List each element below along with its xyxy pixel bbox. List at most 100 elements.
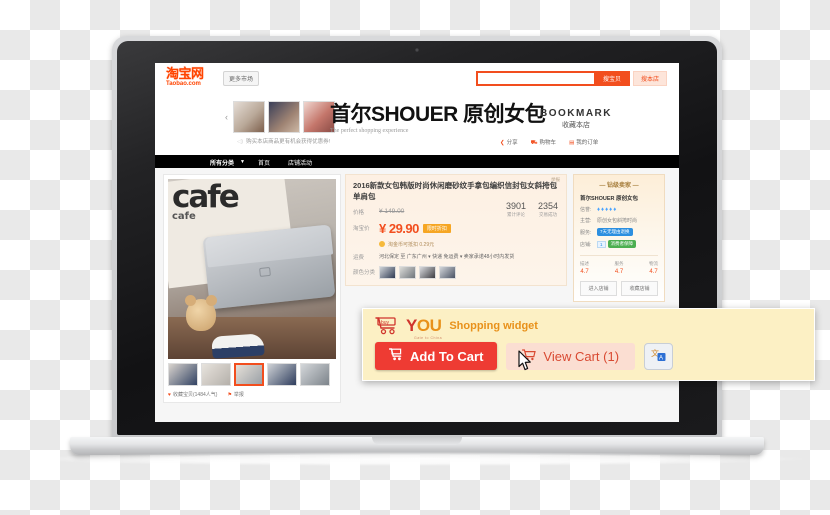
bookmark-label-en: BOOKMARK — [540, 108, 612, 119]
color-swatch-1[interactable] — [379, 265, 396, 279]
cart-link[interactable]: ⛟ 购物车 — [531, 138, 556, 147]
nav-shop-activity[interactable]: 店铺活动 — [288, 158, 312, 167]
search-item-button[interactable]: 搜宝贝 — [593, 71, 630, 86]
stat-sales-caption: 交易成功 — [538, 212, 557, 217]
shop-nav[interactable]: 所有分类 ▼ 首页 店铺活动 — [155, 155, 679, 168]
bookmark-block[interactable]: BOOKMARK 收藏本店 — [540, 108, 612, 130]
add-cart-icon — [388, 348, 403, 364]
megaphone-icon: ◁) — [237, 139, 244, 145]
seller-shop-key: 店铺: — [580, 241, 592, 248]
svg-text:A: A — [659, 356, 663, 362]
current-price-row: 淘宝价 ¥ 29.90 限时折扣 — [353, 221, 559, 236]
seller-credit-row: 信誉: ♦♦♦♦♦ — [580, 206, 658, 214]
cafe-text: cafe cafe — [172, 179, 240, 223]
seller-level-header: — 钻级卖家 — — [599, 183, 639, 189]
brand-letter-y: Y — [406, 316, 417, 335]
share-link[interactable]: ❮ 分享 — [500, 138, 518, 147]
seller-shop-row: 店铺: 1 消费者保障 — [580, 240, 658, 248]
info-report-link[interactable]: 举报 — [551, 177, 560, 183]
coin-row: 淘金币可抵扣 0.29元 — [353, 241, 559, 248]
banner-mini-links[interactable]: ❮ 分享 ⛟ 购物车 ▤ 我的订单 — [500, 138, 598, 147]
carousel-thumb-2[interactable] — [268, 101, 300, 133]
search-bar[interactable]: 搜宝贝 搜本店 — [475, 71, 667, 86]
enter-shop-button[interactable]: 进入店铺 — [580, 281, 617, 296]
carousel-prev-icon[interactable]: ‹ — [223, 112, 230, 122]
rating-logistics-value: 4.7 — [649, 269, 658, 275]
stat-reviews[interactable]: 3901 累计评论 — [506, 201, 526, 218]
gallery-thumb-5[interactable] — [300, 363, 330, 386]
color-row: 颜色分类 — [353, 265, 559, 279]
favorite-item-link[interactable]: ♥ 收藏宝贝(1484人气) — [168, 391, 217, 398]
widget-tagline: Shopping widget — [449, 319, 538, 332]
search-input[interactable] — [475, 71, 594, 86]
service-badge: 7天无理由退换 — [597, 228, 633, 236]
seller-service-row: 服务: 7天无理由退换 — [580, 228, 658, 236]
widget-actions: Add To Cart View Cart (1) 文 A — [375, 342, 802, 371]
chevron-down-icon[interactable]: ▼ — [240, 159, 245, 165]
bookmark-label-cn: 收藏本店 — [562, 122, 590, 129]
widget-header: buy YOU Shopping widget Gate to China — [375, 316, 802, 340]
color-swatch-2[interactable] — [399, 265, 416, 279]
add-to-cart-label: Add To Cart — [410, 348, 484, 364]
product-main-image[interactable]: cafe cafe — [168, 179, 336, 359]
seller-service-key: 服务: — [580, 229, 592, 236]
seller-panel: — 钻级卖家 — 首尔SHOUER 原创女包 信誉: ♦♦♦♦♦ 主营: 原创女… — [573, 174, 665, 302]
rating-service-key: 服务 — [614, 261, 624, 266]
rating-service-value: 4.7 — [614, 269, 624, 275]
stat-reviews-number: 3901 — [505, 201, 526, 211]
shop-title-text: 首尔SHOUER 原创女包 — [330, 103, 546, 126]
brand-letters-ou: OU — [416, 316, 442, 335]
widget-brand: YOU — [406, 316, 442, 335]
nav-all-categories[interactable]: 所有分类 — [210, 158, 234, 167]
carousel-thumb-1[interactable] — [233, 101, 265, 133]
seller-buttons[interactable]: 进入店铺 收藏店铺 — [580, 281, 658, 296]
more-market-button[interactable]: 更多市场 — [223, 71, 260, 86]
report-link[interactable]: ⚑ 举报 — [227, 391, 244, 398]
share-icon: ❮ — [500, 140, 505, 146]
color-swatch-3[interactable] — [419, 265, 436, 279]
color-swatches[interactable] — [379, 265, 456, 279]
seller-category-value: 原创女包斜挎时尚 — [597, 218, 638, 224]
seller-credit-key: 信誉: — [580, 207, 592, 213]
gallery-thumb-4[interactable] — [267, 363, 297, 386]
shop-banner: ‹ › 首尔SHOUER 原创女包 The perfect shopping e… — [155, 94, 679, 155]
share-label: 分享 — [506, 140, 518, 146]
shopping-cart-logo-icon: buy — [375, 316, 401, 335]
gallery-thumb-3-selected[interactable] — [234, 363, 264, 386]
taobao-logo[interactable]: 淘宝网 Taobao.com — [166, 67, 204, 87]
favorite-shop-button[interactable]: 收藏店铺 — [621, 281, 658, 296]
color-swatch-4[interactable] — [439, 265, 456, 279]
banner-carousel[interactable]: ‹ › — [223, 101, 345, 133]
mouse-cursor-icon — [518, 350, 533, 371]
translate-button[interactable]: 文 A — [644, 342, 674, 370]
shop-title: 首尔SHOUER 原创女包 The perfect shopping exper… — [330, 103, 546, 134]
color-label: 颜色分类 — [353, 270, 376, 277]
nav-home[interactable]: 首页 — [258, 158, 270, 167]
laptop-mockup: 淘宝网 Taobao.com 更多市场 搜宝贝 搜本店 ‹ › 首尔SHOUER… — [0, 0, 830, 515]
stat-sales[interactable]: 2354 交易成功 — [538, 201, 558, 218]
add-to-cart-button[interactable]: Add To Cart — [375, 342, 498, 370]
orders-link[interactable]: ▤ 我的订单 — [569, 138, 598, 147]
gallery-footer[interactable]: ♥ 收藏宝贝(1484人气) ⚑ 举报 — [168, 391, 336, 398]
product-info-panel: 举报 2016新款女包韩版时尚休闲磨砂纹手拿包编织信封包女斜挎包单肩包 3901… — [345, 174, 567, 286]
favorite-item-label: 收藏宝贝(1484人气) — [172, 392, 218, 398]
seller-name[interactable]: 首尔SHOUER 原创女包 — [580, 194, 658, 202]
orders-label: 我的订单 — [576, 140, 599, 146]
rating-service: 服务 4.7 — [615, 261, 624, 275]
taobao-logo-cn: 淘宝网 — [166, 66, 204, 81]
current-price: ¥ 29.90 — [379, 220, 419, 236]
translate-icon: 文 A — [651, 347, 666, 365]
gallery-thumb-1[interactable] — [168, 363, 198, 386]
seller-category-key: 主营: — [580, 218, 592, 224]
search-shop-button[interactable]: 搜本店 — [632, 71, 667, 86]
gallery-thumb-2[interactable] — [201, 363, 231, 386]
shipping-text[interactable]: 河北保定 至 广东广州 ▾ 快递 免运费 ▾ 卖家承诺48小时内发货 — [379, 253, 514, 260]
promo-badge: 限时折扣 — [422, 223, 451, 233]
teddy-bear-charm — [185, 295, 217, 331]
rating-description-key: 描述 — [580, 261, 589, 266]
coin-icon — [379, 241, 385, 248]
rating-description: 描述 4.7 — [580, 261, 589, 275]
thumbnail-strip[interactable] — [168, 363, 336, 386]
laptop-shadow — [30, 452, 802, 466]
taobao-price-label: 淘宝价 — [353, 226, 370, 233]
